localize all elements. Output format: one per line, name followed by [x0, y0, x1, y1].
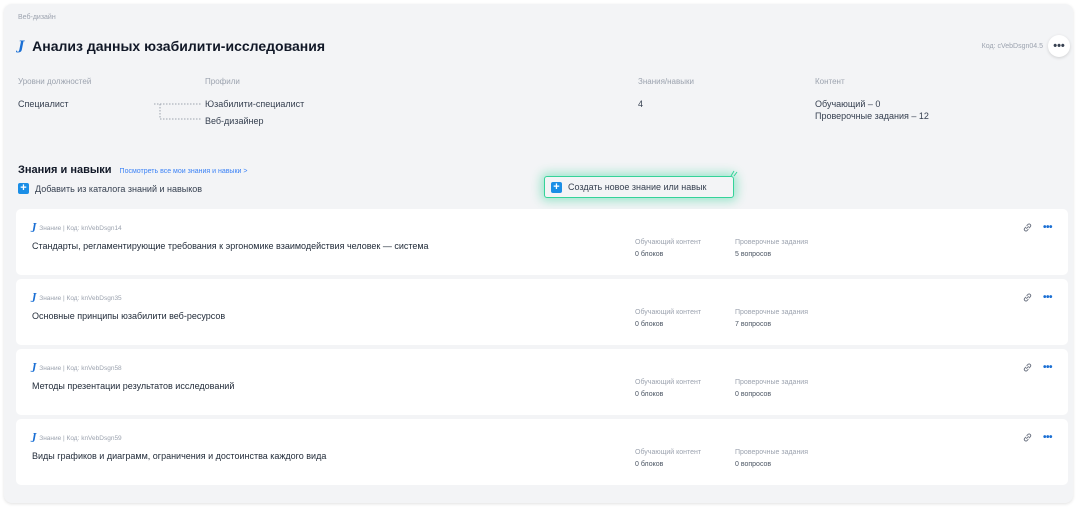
card-actions: ••• — [1022, 222, 1053, 233]
card-meta: J Знание | Код: knVebDsgn35 — [32, 293, 122, 303]
skills-count: 4 — [638, 99, 644, 109]
link-icon[interactable] — [1022, 222, 1033, 233]
plus-icon: + — [551, 181, 562, 193]
page-title: Анализ данных юзабилити-исследования — [32, 38, 326, 54]
card-title[interactable]: Стандарты, регламентирующие требования к… — [32, 241, 429, 251]
card-meta: J Знание | Код: knVebDsgn59 — [32, 433, 122, 443]
profiles-header: Профили — [205, 77, 240, 86]
levels-header: Уровни должностей — [18, 77, 92, 86]
learning-label: Обучающий контент — [635, 309, 702, 316]
link-icon[interactable] — [1022, 292, 1033, 303]
more-dots-icon[interactable]: ••• — [1043, 222, 1053, 233]
card-code: Знание | Код: knVebDsgn35 — [39, 294, 122, 302]
j-logo-icon: J — [32, 433, 37, 443]
more-dots-icon[interactable]: ••• — [1048, 35, 1070, 57]
tests-value: 0 вопросов — [735, 391, 772, 398]
more-dots-icon[interactable]: ••• — [1043, 292, 1053, 303]
level-value: Специалист — [18, 99, 69, 109]
skill-card[interactable]: J Знание | Код: knVebDsgn58 Методы презе… — [16, 349, 1068, 415]
learning-value: 0 блоков — [635, 321, 664, 328]
section-header: Знания и навыки Посмотреть все мои знани… — [18, 164, 247, 176]
tests-label: Проверочные задания — [735, 309, 809, 316]
learning-value: 0 блоков — [635, 251, 664, 258]
sparkle-icon — [730, 170, 738, 177]
learning-value: 0 блоков — [635, 461, 664, 468]
profile-connector — [154, 103, 202, 120]
competency-panel: Веб-дизайн J Анализ данных юзабилити-исс… — [4, 4, 1073, 503]
learning-label: Обучающий контент — [635, 239, 702, 246]
card-actions: ••• — [1022, 362, 1053, 373]
card-meta: J Знание | Код: knVebDsgn58 — [32, 363, 122, 373]
code-label: Код: cVebDsgn04.5 — [981, 43, 1043, 50]
skill-card[interactable]: J Знание | Код: knVebDsgn59 Виды графико… — [16, 419, 1068, 485]
add-from-catalog-button[interactable]: + Добавить из каталога знаний и навыков — [18, 183, 202, 194]
j-logo-icon: J — [32, 293, 37, 303]
card-code: Знание | Код: knVebDsgn59 — [39, 434, 122, 442]
skill-card[interactable]: J Знание | Код: knVebDsgn14 Стандарты, р… — [16, 209, 1068, 275]
learning-value: 0 блоков — [635, 391, 664, 398]
profile-item[interactable]: Юзабилити-специалист — [205, 99, 304, 109]
create-new-skill-label: Создать новое знание или навык — [568, 182, 707, 192]
breadcrumb[interactable]: Веб-дизайн — [18, 14, 56, 21]
card-actions: ••• — [1022, 432, 1053, 443]
card-meta: J Знание | Код: knVebDsgn14 — [32, 223, 122, 233]
j-logo-icon: J — [18, 38, 25, 54]
skills-header: Знания/навыки — [638, 77, 694, 86]
profile-item[interactable]: Веб-дизайнер — [205, 116, 263, 126]
section-title: Знания и навыки — [18, 164, 112, 176]
content-learning: Обучающий – 0 — [815, 99, 881, 109]
add-from-catalog-label: Добавить из каталога знаний и навыков — [35, 183, 203, 194]
content-tests: Проверочные задания – 12 — [815, 111, 929, 121]
card-code: Знание | Код: knVebDsgn58 — [39, 364, 122, 372]
card-code: Знание | Код: knVebDsgn14 — [39, 224, 122, 232]
title-row: J Анализ данных юзабилити-исследования — [18, 38, 325, 54]
more-dots-icon[interactable]: ••• — [1043, 362, 1053, 373]
link-icon[interactable] — [1022, 432, 1033, 443]
tests-label: Проверочные задания — [735, 379, 809, 386]
card-title[interactable]: Виды графиков и диаграмм, ограничения и … — [32, 451, 326, 461]
card-title[interactable]: Методы презентации результатов исследова… — [32, 381, 234, 391]
tests-value: 7 вопросов — [735, 321, 772, 328]
j-logo-icon: J — [32, 223, 37, 233]
link-icon[interactable] — [1022, 362, 1033, 373]
tests-label: Проверочные задания — [735, 239, 809, 246]
tests-label: Проверочные задания — [735, 449, 809, 456]
tests-value: 0 вопросов — [735, 461, 772, 468]
view-all-link[interactable]: Посмотреть все мои знания и навыки > — [120, 168, 248, 175]
plus-icon: + — [18, 183, 29, 194]
skill-card[interactable]: J Знание | Код: knVebDsgn35 Основные при… — [16, 279, 1068, 345]
learning-label: Обучающий контент — [635, 379, 702, 386]
tests-value: 5 вопросов — [735, 251, 772, 258]
learning-label: Обучающий контент — [635, 449, 702, 456]
card-title[interactable]: Основные принципы юзабилити веб-ресурсов — [32, 311, 225, 321]
more-dots-icon[interactable]: ••• — [1043, 432, 1053, 443]
j-logo-icon: J — [32, 363, 37, 373]
content-header: Контент — [815, 77, 845, 86]
create-new-skill-button[interactable]: + Создать новое знание или навык — [544, 176, 734, 198]
card-actions: ••• — [1022, 292, 1053, 303]
